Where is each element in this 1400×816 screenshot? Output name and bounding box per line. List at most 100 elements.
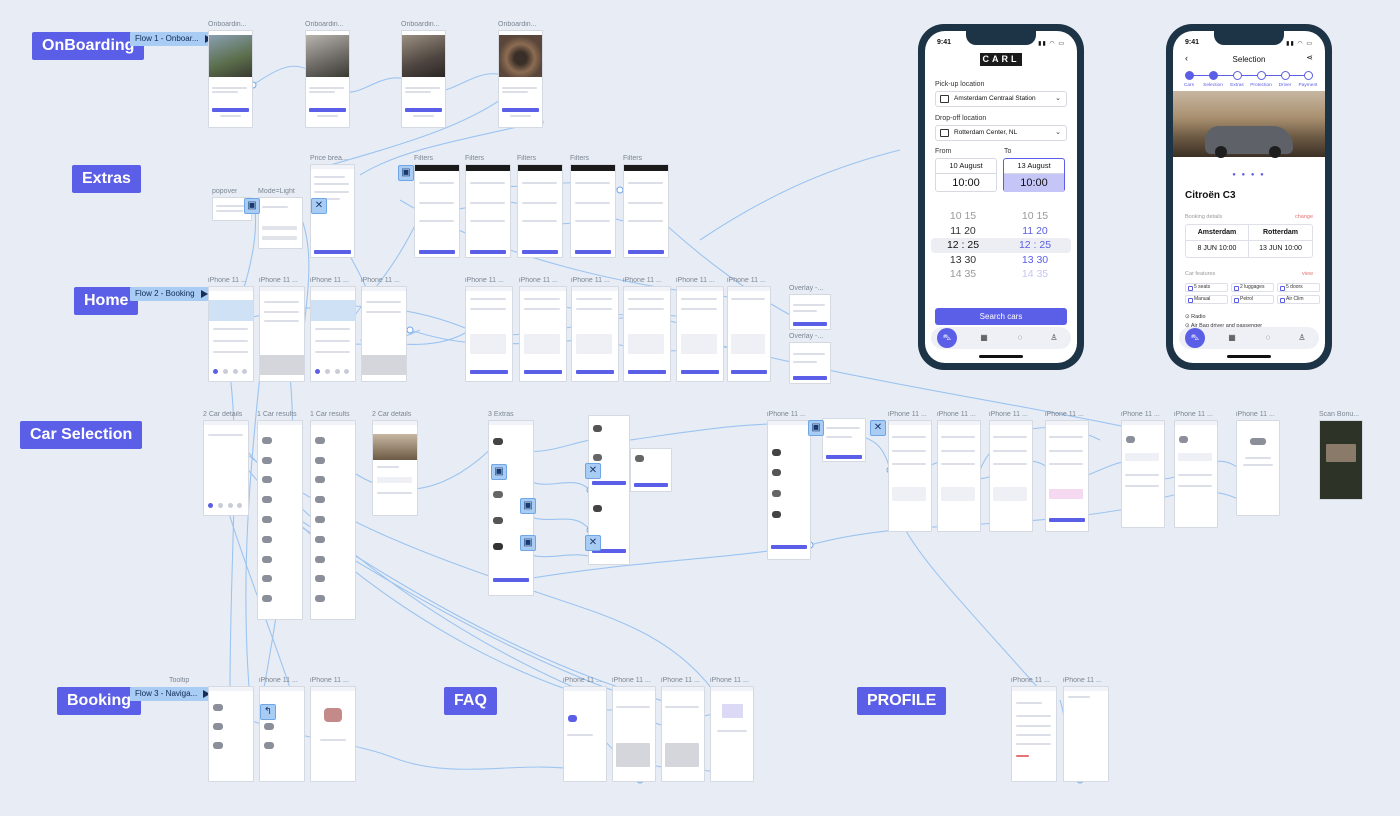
from-date-field[interactable]: 10 August 10:00 [935,158,997,192]
filters-frame-3[interactable] [517,164,563,258]
to-time-picker[interactable]: 10 15 11 20 12 : 25 13 30 14 35 [1011,209,1059,282]
payment-frame-2[interactable] [1174,420,1218,528]
profile-tab-icon[interactable]: ♙ [1295,331,1309,345]
car-tab-icon[interactable]: ⛍ [1185,328,1205,348]
chat-tab-icon[interactable]: ◌ [1261,331,1275,345]
search-cars-button[interactable]: Search cars [935,308,1067,325]
flow-start-navigation[interactable]: Flow 3 - Naviga... [130,687,216,701]
driver-form-frame-1[interactable] [888,420,932,532]
frame-label: iPhone 11 ... [937,411,976,418]
section-faq[interactable]: FAQ [444,687,497,715]
home-phone-mockup: 9:41 ▮▮ ◠ ▭ CARL Pick-up location Amster… [918,24,1084,370]
overlay-frame-2[interactable] [789,342,831,384]
change-link[interactable]: change [1295,214,1313,220]
close-icon[interactable]: ✕ [311,198,327,214]
flow-start-booking[interactable]: Flow 2 - Booking [130,287,213,301]
filters-frame-2[interactable] [465,164,511,258]
profile-frame-2[interactable] [1063,686,1109,782]
home-frame-1[interactable] [208,286,254,382]
onboarding-frame-1[interactable] [208,30,253,128]
home-frame-4[interactable] [361,286,407,382]
booking-frame-1[interactable] [208,686,254,782]
section-extras[interactable]: Extras [72,165,141,193]
section-profile[interactable]: PROFILE [857,687,947,715]
car-tab-icon[interactable]: ⛍ [937,328,957,348]
pickup-location-select[interactable]: Amsterdam Centraal Station ⌄ [935,91,1067,107]
frame-label: Onboardin... [498,21,537,28]
extras-detail-frame[interactable] [630,448,672,492]
frame-label: Filters [623,155,643,162]
calendar-frame-2[interactable] [519,286,567,382]
faq-frame-2[interactable] [612,686,656,782]
scan-bonus-frame[interactable] [1319,420,1363,500]
booking-empty-frame[interactable] [310,686,356,782]
car-details-empty-frame[interactable] [203,420,249,516]
driver-form-frame-4[interactable] [1045,420,1089,532]
section-booking[interactable]: Booking [57,687,141,715]
driver-form-frame-3[interactable] [989,420,1033,532]
filters-frame-1[interactable] [414,164,460,258]
close-icon[interactable]: ✕ [585,463,601,479]
calendar-frame-5[interactable] [676,286,724,382]
filters-frame-5[interactable] [623,164,669,258]
from-time-picker[interactable]: 10 15 11 20 12 : 25 13 30 14 35 [939,209,987,282]
home-frame-3[interactable] [310,286,356,382]
car-results-frame-1[interactable] [257,420,303,620]
carousel-dots[interactable]: ● ● ● ● [1173,172,1325,178]
profile-tab-icon[interactable]: ♙ [1047,331,1061,345]
to-datetime: 13 JUN 10:00 [1259,245,1302,252]
close-icon[interactable]: ✕ [870,420,886,436]
from-date: 10 August [949,161,983,170]
home-frame-2[interactable] [259,286,305,382]
close-icon[interactable]: ✕ [585,535,601,551]
calendar-frame-1[interactable] [465,286,513,382]
faq-frame-4[interactable] [710,686,754,782]
faq-frame-3[interactable] [661,686,705,782]
section-home[interactable]: Home [74,287,139,315]
driver-form-frame-2[interactable] [937,420,981,532]
frame-label: iPhone 11 ... [1063,677,1102,684]
share-sheet-frame[interactable] [258,197,303,249]
calendar-tab-icon[interactable]: ▦ [1225,331,1239,345]
frame-label: iPhone 11 ... [208,277,247,284]
frame-label: Onboardin... [208,21,247,28]
calendar-frame-3[interactable] [571,286,619,382]
design-canvas[interactable]: OnBoarding Extras Home Car Selection Boo… [0,0,1400,816]
overlay-frame-1[interactable] [789,294,831,330]
car-results-frame-2[interactable] [310,420,356,620]
protection-frame[interactable] [767,420,811,560]
calendar-frame-4[interactable] [623,286,671,382]
overlay-link-icon[interactable]: ▣ [491,464,507,480]
section-onboarding[interactable]: OnBoarding [32,32,145,60]
selection-phone-mockup: 9:41 ▮▮ ◠ ▭ ‹ Selection ⋖ Cars Selection… [1166,24,1332,370]
calendar-tab-icon[interactable]: ▦ [977,331,991,345]
onboarding-frame-4[interactable] [498,30,543,128]
onboarding-frame-3[interactable] [401,30,446,128]
payment-frame-1[interactable] [1121,420,1165,528]
overlay-link-icon[interactable]: ▣ [244,198,260,214]
chat-tab-icon[interactable]: ◌ [1013,331,1027,345]
back-arrow-icon[interactable]: ↰ [260,704,276,720]
share-icon[interactable]: ⋖ [1306,53,1313,62]
calendar-frame-6[interactable] [727,286,771,382]
profile-frame-1[interactable] [1011,686,1057,782]
confirmation-frame[interactable] [1236,420,1280,516]
faq-frame-1[interactable] [563,686,607,782]
dropoff-location-select[interactable]: Rotterdam Center, NL ⌄ [935,125,1067,141]
protection-popover-frame[interactable] [822,418,866,462]
booking-frame-2[interactable] [259,686,305,782]
overlay-link-icon[interactable]: ▣ [520,498,536,514]
overlay-link-icon[interactable]: ▣ [398,165,414,181]
onboarding-frame-2[interactable] [305,30,350,128]
overlay-link-icon[interactable]: ▣ [808,420,824,436]
frame-label: Onboardin... [305,21,344,28]
tab-bar: ⛍ ▦ ◌ ♙ [931,327,1071,349]
car-details-frame[interactable] [372,420,418,516]
filters-frame-4[interactable] [570,164,616,258]
flow-start-onboarding[interactable]: Flow 1 - Onboar... [130,32,217,46]
to-date-field[interactable]: 13 August 10:00 [1003,158,1065,192]
section-car-selection[interactable]: Car Selection [20,421,143,449]
overlay-link-icon[interactable]: ▣ [520,535,536,551]
view-link[interactable]: view [1302,271,1313,277]
frame-label: 1 Car results [310,411,350,418]
